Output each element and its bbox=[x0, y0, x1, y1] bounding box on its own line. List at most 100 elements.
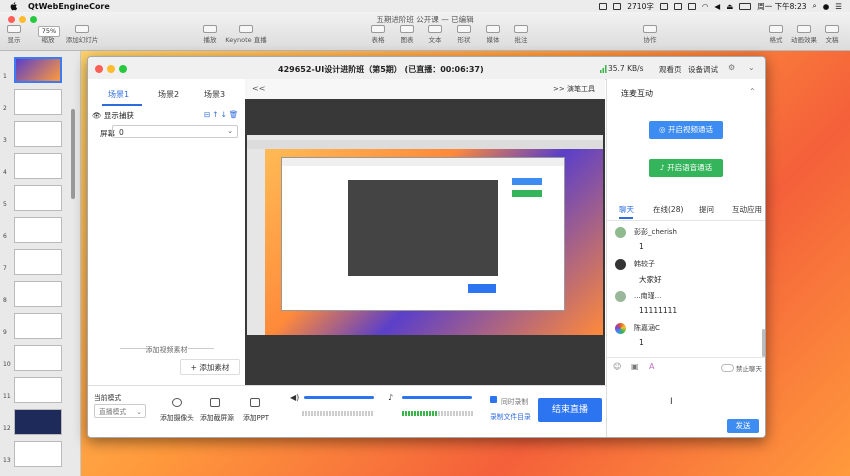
slide-thumb-10[interactable] bbox=[14, 345, 62, 371]
avatar[interactable] bbox=[615, 323, 626, 334]
preview-stage[interactable] bbox=[245, 99, 605, 385]
add-material-button[interactable]: + 添加素材 bbox=[180, 359, 240, 375]
avatar[interactable] bbox=[615, 291, 626, 302]
avatar[interactable] bbox=[615, 227, 626, 238]
collaborate-icon[interactable] bbox=[643, 25, 657, 33]
tool-label-media[interactable]: 媒体 bbox=[487, 34, 500, 44]
add-camera-button[interactable]: 添加摄像头 bbox=[160, 412, 194, 422]
settings-icon[interactable]: ⚙ bbox=[728, 63, 735, 72]
chevron-up-icon[interactable]: ⌃ bbox=[749, 87, 756, 96]
tab-scene-3[interactable]: 场景3 bbox=[204, 89, 225, 100]
tab-question[interactable]: 提问 bbox=[699, 204, 714, 215]
slide-thumb-13[interactable] bbox=[14, 441, 62, 467]
apple-icon[interactable] bbox=[10, 1, 18, 11]
battery-icon[interactable] bbox=[739, 2, 752, 10]
send-button[interactable]: 发送 bbox=[727, 419, 759, 433]
speaker-icon[interactable]: ◀) bbox=[290, 393, 299, 402]
wifi-icon[interactable]: ◠ bbox=[702, 2, 709, 11]
text-icon[interactable] bbox=[428, 25, 442, 33]
chart-icon[interactable] bbox=[400, 25, 414, 33]
tool-label-chart[interactable]: 图表 bbox=[401, 34, 414, 44]
image-icon[interactable]: ▣ bbox=[631, 362, 639, 371]
app-icon[interactable] bbox=[659, 2, 668, 10]
chevron-down-icon[interactable]: ⌄ bbox=[748, 63, 755, 72]
ppt-icon[interactable] bbox=[250, 398, 260, 407]
navigator-scrollbar[interactable] bbox=[71, 109, 75, 199]
device-debug-link[interactable]: 设备调试 bbox=[688, 64, 718, 75]
tool-label-keynote-live[interactable]: Keynote 直播 bbox=[225, 34, 267, 44]
tool-label-animate[interactable]: 动画效果 bbox=[791, 34, 817, 44]
animate-icon[interactable] bbox=[797, 25, 811, 33]
source-actions-icon[interactable]: ⊟↑↓🗑 bbox=[204, 110, 240, 119]
table-icon[interactable] bbox=[371, 25, 385, 33]
mute-all-toggle[interactable] bbox=[721, 364, 734, 372]
slide-thumb-3[interactable] bbox=[14, 121, 62, 147]
window-titlebar[interactable]: 429652-UI设计进阶班（第5期） (已直播：00:06:37) 35.7 … bbox=[88, 57, 765, 80]
app-icon-3[interactable] bbox=[687, 2, 696, 10]
tool-label-format[interactable]: 格式 bbox=[770, 34, 783, 44]
menu-list-icon[interactable]: ☰ bbox=[835, 2, 842, 11]
collapse-left-button[interactable]: << bbox=[252, 84, 265, 93]
end-live-button[interactable]: 结束直播 bbox=[538, 398, 602, 422]
clock[interactable]: 周一 下午8:23 bbox=[757, 1, 806, 12]
record-dir-link[interactable]: 录制文件目录 bbox=[490, 411, 531, 421]
chat-username[interactable]: 陈嘉涵C bbox=[634, 323, 660, 333]
emoji-icon[interactable]: ☺ bbox=[613, 362, 621, 371]
eye-icon[interactable]: 👁 bbox=[92, 111, 102, 120]
add-ppt-button[interactable]: 添加PPT bbox=[243, 412, 269, 422]
volume-icon[interactable]: ◀ bbox=[714, 2, 720, 11]
tool-label-table[interactable]: 表格 bbox=[372, 34, 385, 44]
slide-thumb-9[interactable] bbox=[14, 313, 62, 339]
view-icon[interactable] bbox=[7, 25, 21, 33]
play-icon[interactable] bbox=[203, 25, 217, 33]
tool-label-zoom[interactable]: 缩放 bbox=[42, 34, 55, 44]
slide-thumb-2[interactable] bbox=[14, 89, 62, 115]
comment-icon[interactable] bbox=[514, 25, 528, 33]
screen-select[interactable]: 0 ⌄ bbox=[112, 125, 238, 138]
chat-scrollbar[interactable] bbox=[762, 329, 765, 357]
status-text[interactable]: 2710字 bbox=[627, 1, 654, 12]
tool-label-view[interactable]: 显示 bbox=[8, 34, 21, 44]
zoom-window-icon[interactable] bbox=[119, 65, 127, 73]
app-icon-2[interactable] bbox=[673, 2, 682, 10]
tool-label-shape[interactable]: 形状 bbox=[458, 34, 471, 44]
camera-icon[interactable] bbox=[613, 2, 622, 10]
source-item[interactable]: 👁 显示捕获 bbox=[92, 110, 134, 121]
add-slide-icon[interactable] bbox=[75, 25, 89, 33]
microphone-icon[interactable]: ♪ bbox=[388, 393, 393, 402]
sync-record-checkbox[interactable] bbox=[490, 396, 497, 403]
slide-thumb-12[interactable] bbox=[14, 409, 62, 435]
tab-chat[interactable]: 聊天 bbox=[619, 204, 634, 215]
font-icon[interactable]: A bbox=[649, 362, 654, 371]
keynote-live-icon[interactable] bbox=[239, 25, 253, 33]
slide-thumb-6[interactable] bbox=[14, 217, 62, 243]
tool-label-collaborate[interactable]: 协作 bbox=[644, 34, 657, 44]
search-icon[interactable]: ⌕ bbox=[813, 1, 817, 11]
tool-label-play[interactable]: 播放 bbox=[204, 34, 217, 44]
minimize-window-icon[interactable] bbox=[107, 65, 115, 73]
chat-username[interactable]: 彭彭_cherish bbox=[634, 227, 677, 237]
speaker-volume-slider[interactable] bbox=[304, 396, 374, 399]
slide-thumb-5[interactable] bbox=[14, 185, 62, 211]
video-call-button[interactable]: ◎ 开启视频通话 bbox=[649, 121, 723, 139]
add-video-material[interactable]: 添加视频素材 bbox=[88, 345, 245, 355]
close-window-icon[interactable] bbox=[95, 65, 103, 73]
media-icon[interactable] bbox=[486, 25, 500, 33]
slide-thumb-1[interactable] bbox=[14, 57, 62, 83]
avatar[interactable] bbox=[615, 259, 626, 270]
app-menu-name[interactable]: QtWebEngineCore bbox=[28, 2, 110, 11]
display-icon[interactable] bbox=[599, 2, 608, 10]
format-icon[interactable] bbox=[769, 25, 783, 33]
add-capture-button[interactable]: 添加截屏源 bbox=[200, 412, 234, 422]
camera-icon[interactable] bbox=[172, 398, 182, 407]
document-icon[interactable] bbox=[825, 25, 839, 33]
chat-username[interactable]: ...南瑾... bbox=[634, 291, 661, 301]
eject-icon[interactable]: ⏏ bbox=[726, 2, 733, 11]
slide-thumb-7[interactable] bbox=[14, 249, 62, 275]
slide-navigator[interactable]: 1 2 3 4 5 6 7 8 9 10 11 12 13 bbox=[0, 51, 81, 476]
tab-scene-2[interactable]: 场景2 bbox=[158, 89, 179, 100]
shape-icon[interactable] bbox=[457, 25, 471, 33]
tool-label-document[interactable]: 文稿 bbox=[826, 34, 839, 44]
tool-label-add-slide[interactable]: 添加幻灯片 bbox=[66, 34, 99, 44]
tab-interactive-apps[interactable]: 互动应用 bbox=[732, 204, 762, 215]
